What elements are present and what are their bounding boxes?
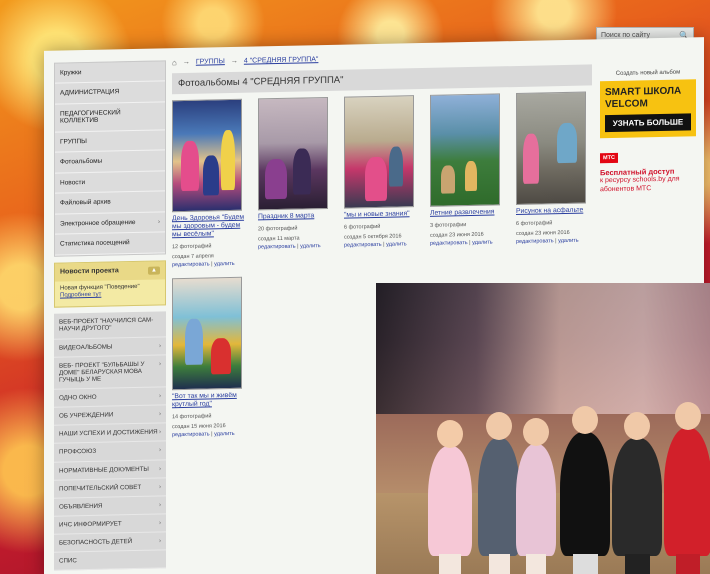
album-card: Рисунок на асфальте 6 фотографий создан …: [516, 91, 594, 261]
chevron-right-icon: ›: [158, 537, 161, 545]
album-thumbnail[interactable]: [258, 96, 328, 211]
album-edit-link[interactable]: редактировать: [172, 262, 210, 269]
sidebar-menu-secondary: ВЕБ-ПРОЕКТ "Научился сам-научи другого" …: [54, 311, 166, 571]
album-delete-link[interactable]: удалить: [472, 239, 493, 245]
album-title[interactable]: Праздник 8 марта: [258, 212, 336, 222]
album-thumbnail[interactable]: [172, 98, 242, 213]
mts-logo: МТС: [600, 152, 618, 164]
project-news-header: Новости проекта ▲: [55, 261, 165, 282]
album-thumbnail[interactable]: [516, 91, 586, 206]
sidebar-item-administration[interactable]: Администрация: [55, 81, 165, 105]
breadcrumb-groups[interactable]: ГРУППЫ: [196, 58, 225, 66]
sidebar-item-stats[interactable]: Статистика посещений: [55, 232, 165, 256]
album-title[interactable]: День Здоровья "Будем мы здоровым - будем…: [172, 214, 250, 240]
right-column: Создать новый альбом SMART ШКОЛА VELCOM …: [600, 69, 696, 195]
album-card: "Вот так мы и живём крутлый год" 14 фото…: [172, 276, 250, 439]
album-delete-link[interactable]: удалить: [386, 241, 407, 247]
learn-more-button[interactable]: УЗНАТЬ БОЛЬШЕ: [605, 113, 691, 133]
project-news-panel: Новости проекта ▲ Новая функция "Поведен…: [54, 260, 166, 308]
chevron-right-icon: ›: [158, 410, 161, 418]
chevron-right-icon: ›: [158, 501, 161, 509]
sidebar-item-safety[interactable]: БЕЗОПАСНОСТЬ ДЕТЕЙ ›: [54, 532, 166, 553]
chevron-right-icon: ›: [158, 464, 161, 473]
album-card: Летние развлечения 3 фотографии создан 2…: [430, 93, 508, 263]
sidebar: Кружки Администрация Педагогический колл…: [54, 60, 166, 571]
album-thumbnail[interactable]: [344, 95, 414, 209]
page-title: Фотоальбомы 4 "СРЕДНЯЯ ГРУППА": [172, 64, 592, 95]
home-icon[interactable]: ⌂: [172, 58, 177, 67]
sidebar-item-photoalbums[interactable]: Фотоальбомы: [55, 150, 165, 174]
sidebar-item-staff[interactable]: Педагогический коллектив: [55, 102, 165, 133]
album-delete-link[interactable]: удалить: [300, 243, 321, 249]
sidebar-item-announcements[interactable]: ОБЪЯВЛЕНИЯ ›: [54, 496, 166, 517]
mts-text: к ресурсу schools.by для абонентов МТС: [600, 175, 680, 194]
chevron-right-icon: ›: [158, 360, 161, 368]
album-title[interactable]: "Вот так мы и живём крутлый год": [172, 392, 250, 410]
sidebar-item-e-appeal[interactable]: Электронное обращение ›: [55, 212, 165, 235]
chevron-right-icon: ›: [158, 341, 161, 350]
sidebar-item-groups[interactable]: Группы: [55, 130, 165, 154]
sidebar-item-news[interactable]: Новости: [55, 171, 165, 194]
sidebar-item-emergency[interactable]: ИЧС ИНФОРМИРУЕТ ›: [54, 514, 166, 535]
album-thumbnail[interactable]: [172, 276, 242, 391]
news-text: Новая функция "Поведение": [60, 283, 140, 292]
album-edit-link[interactable]: редактировать: [344, 242, 382, 249]
album-edit-link[interactable]: редактировать: [172, 432, 210, 439]
chevron-right-icon: ›: [158, 483, 161, 491]
sidebar-item-achievements[interactable]: НАШИ УСПЕХИ И ДОСТИЖЕНИЯ ›: [54, 423, 166, 445]
chevron-right-icon: ›: [158, 392, 161, 400]
breadcrumb-separator: →: [182, 58, 190, 67]
sidebar-item-web-project-1[interactable]: ВЕБ-ПРОЕКТ "Научился сам-научи другого": [54, 311, 166, 340]
sidebar-item-list[interactable]: СПИС: [54, 550, 166, 571]
news-more-link[interactable]: Подробнее тут: [60, 291, 160, 301]
album-edit-link[interactable]: редактировать: [258, 243, 296, 250]
album-card: Праздник 8 марта 20 фотографий создан 11…: [258, 96, 336, 267]
breadcrumb: ⌂ → ГРУППЫ → 4 "СРЕДНЯЯ ГРУППА": [172, 49, 592, 67]
breadcrumb-current[interactable]: 4 "СРЕДНЯЯ ГРУППА": [244, 56, 319, 65]
sidebar-item-clubs[interactable]: Кружки: [55, 61, 165, 85]
sidebar-item-video-albums[interactable]: ВИДЕОАЛЬБОМЫ ›: [54, 336, 166, 358]
mts-promo-banner[interactable]: МТС Бесплатный доступ к ресурсу schools.…: [600, 144, 696, 195]
album-title[interactable]: Рисунок на асфальте: [516, 206, 594, 216]
chevron-right-icon: ›: [158, 519, 161, 527]
album-delete-link[interactable]: удалить: [558, 238, 579, 244]
album-thumbnail[interactable]: [430, 93, 500, 207]
sidebar-item-about[interactable]: ОБ УЧРЕЖДЕНИИ ›: [54, 405, 166, 426]
sidebar-item-one-window[interactable]: ОДНО ОКНО ›: [54, 387, 166, 408]
velcom-title: SMART ШКОЛА VELCOM: [605, 85, 682, 110]
sidebar-item-web-project-2[interactable]: ВЕБ- ПРОЕКТ "БУЛЬБАШЫ У ДОМЕ" БЕЛАРУСКАЯ…: [54, 355, 166, 390]
album-title[interactable]: Летние развлечения: [430, 208, 508, 218]
chevron-right-icon: ›: [157, 218, 160, 226]
sidebar-item-documents[interactable]: НОРМАТИВНЫЕ ДОКУМЕНТЫ ›: [54, 459, 166, 481]
sidebar-menu: Кружки Администрация Педагогический колл…: [54, 60, 166, 257]
album-delete-link[interactable]: удалить: [214, 431, 235, 437]
sidebar-item-council[interactable]: ПОПЕЧИТЕЛЬСКИЙ СОВЕТ ›: [54, 478, 166, 499]
album-title[interactable]: "мы и новые знания": [344, 210, 422, 220]
album-card: День Здоровья "Будем мы здоровым - будем…: [172, 98, 250, 269]
sidebar-item-file-archive[interactable]: Файловый архив: [55, 191, 165, 215]
album-delete-link[interactable]: удалить: [214, 261, 235, 267]
album-edit-link[interactable]: редактировать: [516, 238, 554, 245]
sidebar-item-union[interactable]: ПРОФСОЮЗ ›: [54, 441, 166, 463]
chevron-right-icon: ›: [158, 446, 161, 454]
collapse-icon[interactable]: ▲: [148, 266, 160, 275]
velcom-promo-banner[interactable]: SMART ШКОЛА VELCOM УЗНАТЬ БОЛЬШЕ: [600, 79, 696, 139]
album-card: "мы и новые знания" 6 фотографий создан …: [344, 95, 422, 265]
event-photo: [376, 283, 710, 574]
chevron-right-icon: ›: [158, 428, 161, 436]
breadcrumb-separator: →: [230, 57, 238, 65]
album-edit-link[interactable]: редактировать: [430, 240, 468, 247]
create-album-link[interactable]: Создать новый альбом: [600, 69, 696, 77]
